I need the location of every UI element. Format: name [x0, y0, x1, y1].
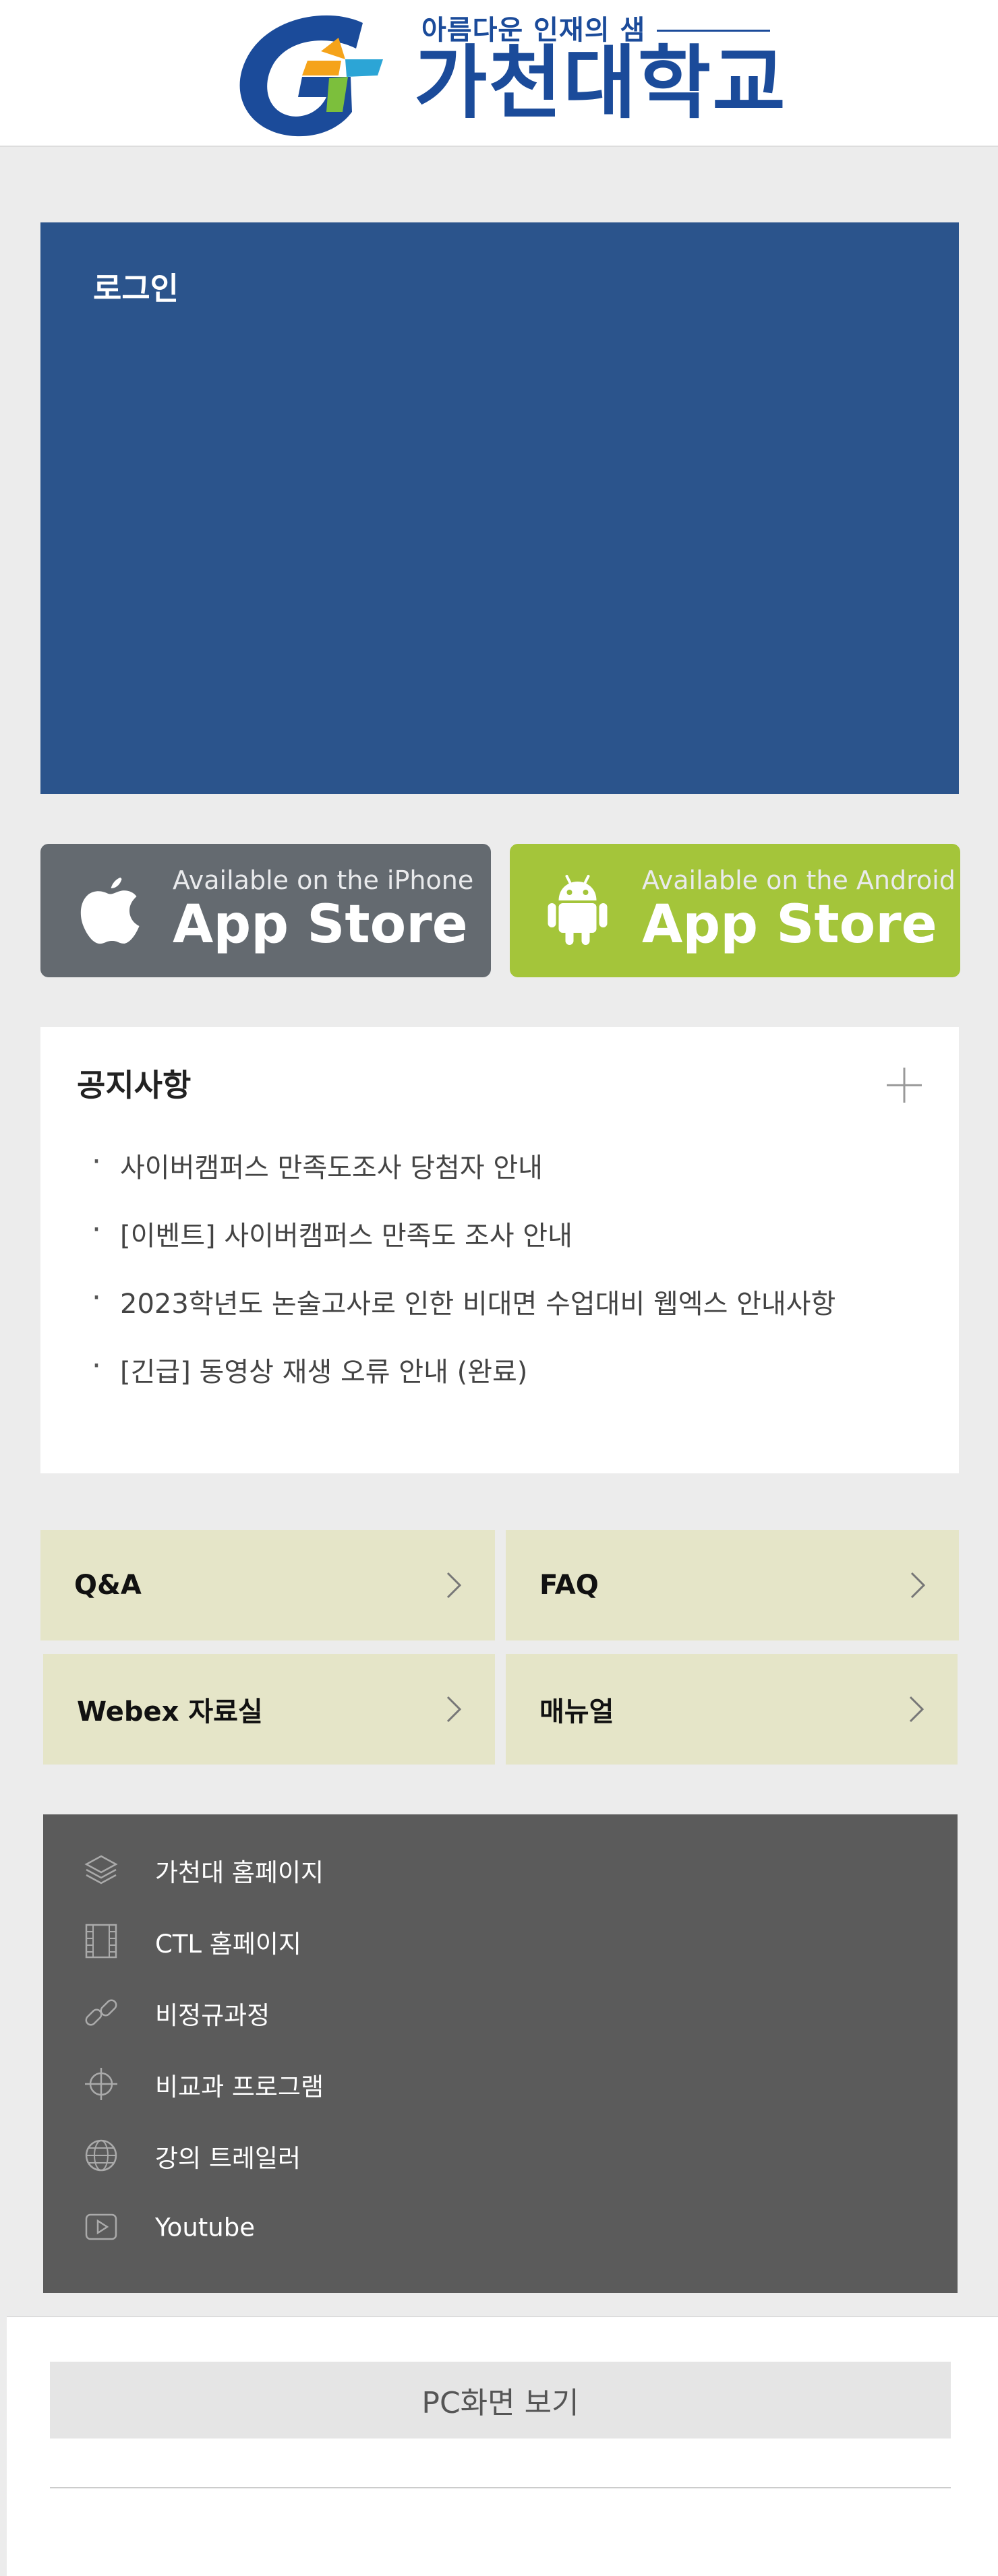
link-label: 비교과 프로그램 [155, 2073, 324, 2102]
link-label: CTL 홈페이지 [155, 1930, 301, 1959]
crosshair-icon [85, 2068, 117, 2100]
site-footer: PC화면 보기 [7, 2316, 998, 2576]
footer-divider [50, 2487, 951, 2488]
notice-item[interactable]: 사이버캠퍼스 만족도조사 당첨자 안내 [92, 1144, 835, 1214]
film-icon [85, 1924, 117, 1959]
site-links-panel: 가천대 홈페이지 CTL 홈페이지 비정규과정 비교과 프로그램 강의 트레일러… [43, 1814, 958, 2293]
webex-archive-button[interactable]: Webex 자료실 [43, 1654, 495, 1765]
link-label: Youtube [155, 2213, 255, 2242]
manual-button[interactable]: 매뉴얼 [506, 1654, 958, 1765]
link-label: 비정규과정 [155, 2001, 270, 2030]
link-gachon-homepage[interactable]: 가천대 홈페이지 [43, 1835, 958, 1906]
logo-emblem-icon [239, 15, 383, 137]
apple-icon [80, 878, 140, 944]
link-non-degree-course[interactable]: 비정규과정 [43, 1977, 958, 2049]
chevron-right-icon [446, 1696, 462, 1723]
manual-label: 매뉴얼 [539, 1696, 614, 1727]
faq-button[interactable]: FAQ [506, 1530, 959, 1640]
android-app-store-label: App Store [642, 894, 937, 955]
link-label: 가천대 홈페이지 [155, 1858, 324, 1887]
logo-name: 가천대학교 [414, 36, 787, 129]
notice-list: 사이버캠퍼스 만족도조사 당첨자 안내 [이벤트] 사이버캠퍼스 만족도 조사 … [92, 1144, 835, 1418]
link-icon [85, 1999, 117, 2026]
faq-label: FAQ [539, 1570, 599, 1601]
link-lecture-trailer[interactable]: 강의 트레일러 [43, 2120, 958, 2192]
notice-title: 공지사항 [77, 1067, 192, 1103]
iphone-app-store-button[interactable]: Available on the iPhone App Store [40, 844, 491, 977]
notice-item[interactable]: [이벤트] 사이버캠퍼스 만족도 조사 안내 [92, 1213, 835, 1282]
layers-icon [84, 1855, 118, 1884]
login-panel: 로그인 [40, 222, 959, 794]
link-ctl-homepage[interactable]: CTL 홈페이지 [43, 1906, 958, 1977]
link-youtube[interactable]: Youtube [43, 2192, 958, 2263]
qna-label: Q&A [74, 1570, 142, 1601]
chevron-right-icon [446, 1572, 462, 1599]
webex-archive-label: Webex 자료실 [77, 1696, 263, 1727]
notice-board: 공지사항 사이버캠퍼스 만족도조사 당첨자 안내 [이벤트] 사이버캠퍼스 만족… [40, 1027, 959, 1473]
notice-item[interactable]: 2023학년도 논술고사로 인한 비대면 수업대비 웹엑스 안내사항 [92, 1281, 835, 1350]
pc-view-button[interactable]: PC화면 보기 [50, 2362, 951, 2439]
play-icon [85, 2213, 117, 2240]
link-label: 강의 트레일러 [155, 2144, 301, 2173]
gachon-logo[interactable]: 아름다운 인재의 샘 가천대학교 [228, 4, 786, 139]
chevron-right-icon [910, 1572, 926, 1599]
link-extracurricular[interactable]: 비교과 프로그램 [43, 2049, 958, 2120]
logo-slogan-rule [657, 30, 770, 32]
globe-icon [85, 2139, 117, 2172]
android-icon [548, 875, 608, 945]
login-title: 로그인 [93, 270, 179, 307]
chevron-right-icon [909, 1696, 924, 1723]
iphone-available-text: Available on the iPhone [173, 865, 474, 895]
qna-button[interactable]: Q&A [40, 1530, 495, 1640]
android-available-text: Available on the Android [642, 865, 956, 895]
notice-item[interactable]: [긴급] 동영상 재생 오류 안내 (완료) [92, 1349, 835, 1418]
android-app-store-button[interactable]: Available on the Android App Store [510, 844, 960, 977]
plus-icon[interactable] [884, 1065, 924, 1105]
iphone-app-store-label: App Store [173, 894, 468, 955]
site-header: 아름다운 인재의 샘 가천대학교 [0, 0, 998, 147]
